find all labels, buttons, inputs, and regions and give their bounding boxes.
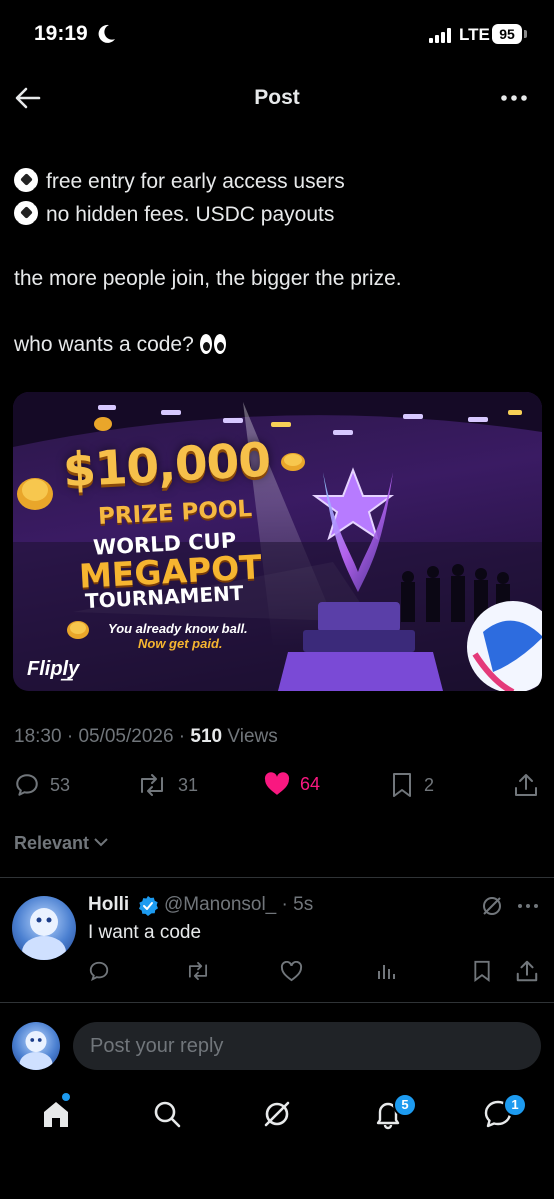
promo-tagline: Now get paid. — [138, 636, 223, 651]
chevron-down-icon — [94, 838, 108, 847]
promo-prize: $10,000 — [61, 432, 272, 499]
page-title: Post — [254, 86, 300, 109]
home-icon[interactable] — [40, 1098, 72, 1130]
reply-button[interactable]: 53 — [14, 772, 70, 798]
reply-repost-icon[interactable] — [185, 960, 211, 982]
post-image[interactable]: $10,000 PRIZE POOL WORLD CUP MEGAPOT TOU… — [13, 392, 542, 691]
heart-filled-icon — [264, 772, 290, 795]
my-avatar[interactable] — [12, 1022, 60, 1070]
messages-badge: 1 — [503, 1093, 527, 1117]
grok-icon[interactable] — [261, 1098, 293, 1130]
more-options-icon[interactable] — [500, 86, 528, 110]
like-button[interactable]: 64 — [264, 772, 320, 796]
post-meta: 18:30 · 05/05/2026 · 510 Views — [14, 726, 278, 747]
reply-reply-icon[interactable] — [88, 960, 110, 982]
reply-author-handle: @Manonsol_ · 5s — [164, 894, 314, 915]
notifications-badge: 5 — [393, 1093, 417, 1117]
promo-logo: Flipl͟y — [27, 658, 80, 680]
soccer-ball-icon — [14, 168, 38, 192]
reply-placeholder: Post your reply — [90, 1035, 224, 1057]
reply-share-icon[interactable] — [515, 959, 539, 983]
reply-bookmark-icon[interactable] — [472, 960, 492, 982]
promo-tagline: You already know ball. — [108, 621, 248, 636]
grok-icon[interactable] — [480, 894, 504, 918]
repost-button[interactable]: 31 — [136, 772, 198, 798]
soccer-ball-icon — [14, 201, 38, 225]
divider — [0, 877, 554, 878]
moon-icon — [98, 24, 116, 44]
reply-views-icon[interactable] — [377, 961, 397, 981]
bookmark-button[interactable]: 2 — [390, 772, 434, 798]
battery-nub — [524, 30, 527, 38]
views-count: 510 — [190, 726, 223, 747]
bookmark-icon — [393, 773, 411, 797]
verified-badge-icon — [137, 895, 159, 917]
signal-icon — [429, 28, 455, 43]
home-dot — [62, 1093, 70, 1101]
reply-icon — [16, 774, 38, 796]
eyes-emoji-icon — [199, 334, 228, 360]
divider — [0, 1002, 554, 1003]
search-icon[interactable] — [151, 1098, 183, 1130]
reply-text: I want a code — [88, 922, 202, 943]
battery-icon: 95 — [492, 24, 522, 44]
reply-like-icon[interactable] — [280, 961, 303, 982]
status-time: 19:19 — [34, 22, 88, 45]
more-options-icon[interactable] — [516, 894, 540, 918]
network-label: LTE — [459, 25, 490, 44]
repost-icon — [141, 774, 163, 796]
post-line: no hidden fees. USDC payouts — [14, 201, 334, 227]
post-line: who wants a code? — [14, 333, 228, 360]
share-button[interactable] — [513, 772, 539, 798]
post-line: free entry for early access users — [14, 168, 345, 194]
avatar[interactable] — [12, 896, 76, 960]
reply-author-name[interactable]: Holli — [88, 894, 129, 916]
sort-dropdown[interactable]: Relevant — [14, 833, 108, 854]
share-icon — [515, 774, 537, 796]
post-line: the more people join, the bigger the pri… — [14, 267, 402, 290]
